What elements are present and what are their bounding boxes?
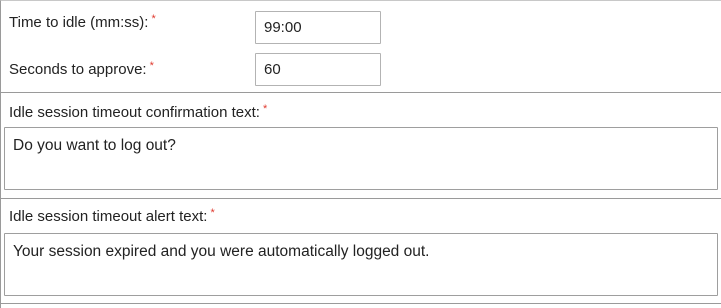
required-asterisk: * bbox=[151, 12, 156, 25]
required-asterisk: * bbox=[262, 102, 268, 115]
section-divider bbox=[1, 92, 721, 93]
alert-text-label: Idle session timeout alert text: bbox=[9, 208, 208, 225]
time-to-idle-label: Time to idle (mm:ss): bbox=[9, 14, 149, 31]
seconds-to-approve-input[interactable] bbox=[255, 53, 381, 86]
section-divider bbox=[1, 198, 721, 199]
bottom-divider bbox=[1, 303, 721, 304]
time-to-idle-input[interactable] bbox=[255, 11, 381, 44]
alert-text-textarea[interactable]: Your session expired and you were automa… bbox=[4, 233, 718, 296]
idle-session-settings-panel: Time to idle (mm:ss): * Seconds to appro… bbox=[0, 0, 721, 308]
confirmation-text-textarea[interactable]: Do you want to log out? bbox=[4, 127, 718, 190]
confirmation-text-row: Idle session timeout confirmation text: … bbox=[9, 102, 268, 122]
seconds-to-approve-row: Seconds to approve: * bbox=[9, 59, 154, 79]
time-to-idle-row: Time to idle (mm:ss): * bbox=[9, 12, 156, 32]
seconds-to-approve-label: Seconds to approve: bbox=[9, 61, 147, 78]
confirmation-text-label: Idle session timeout confirmation text: bbox=[9, 104, 260, 121]
alert-text-row: Idle session timeout alert text: * bbox=[9, 206, 215, 226]
required-asterisk: * bbox=[149, 59, 154, 72]
required-asterisk: * bbox=[210, 206, 215, 219]
